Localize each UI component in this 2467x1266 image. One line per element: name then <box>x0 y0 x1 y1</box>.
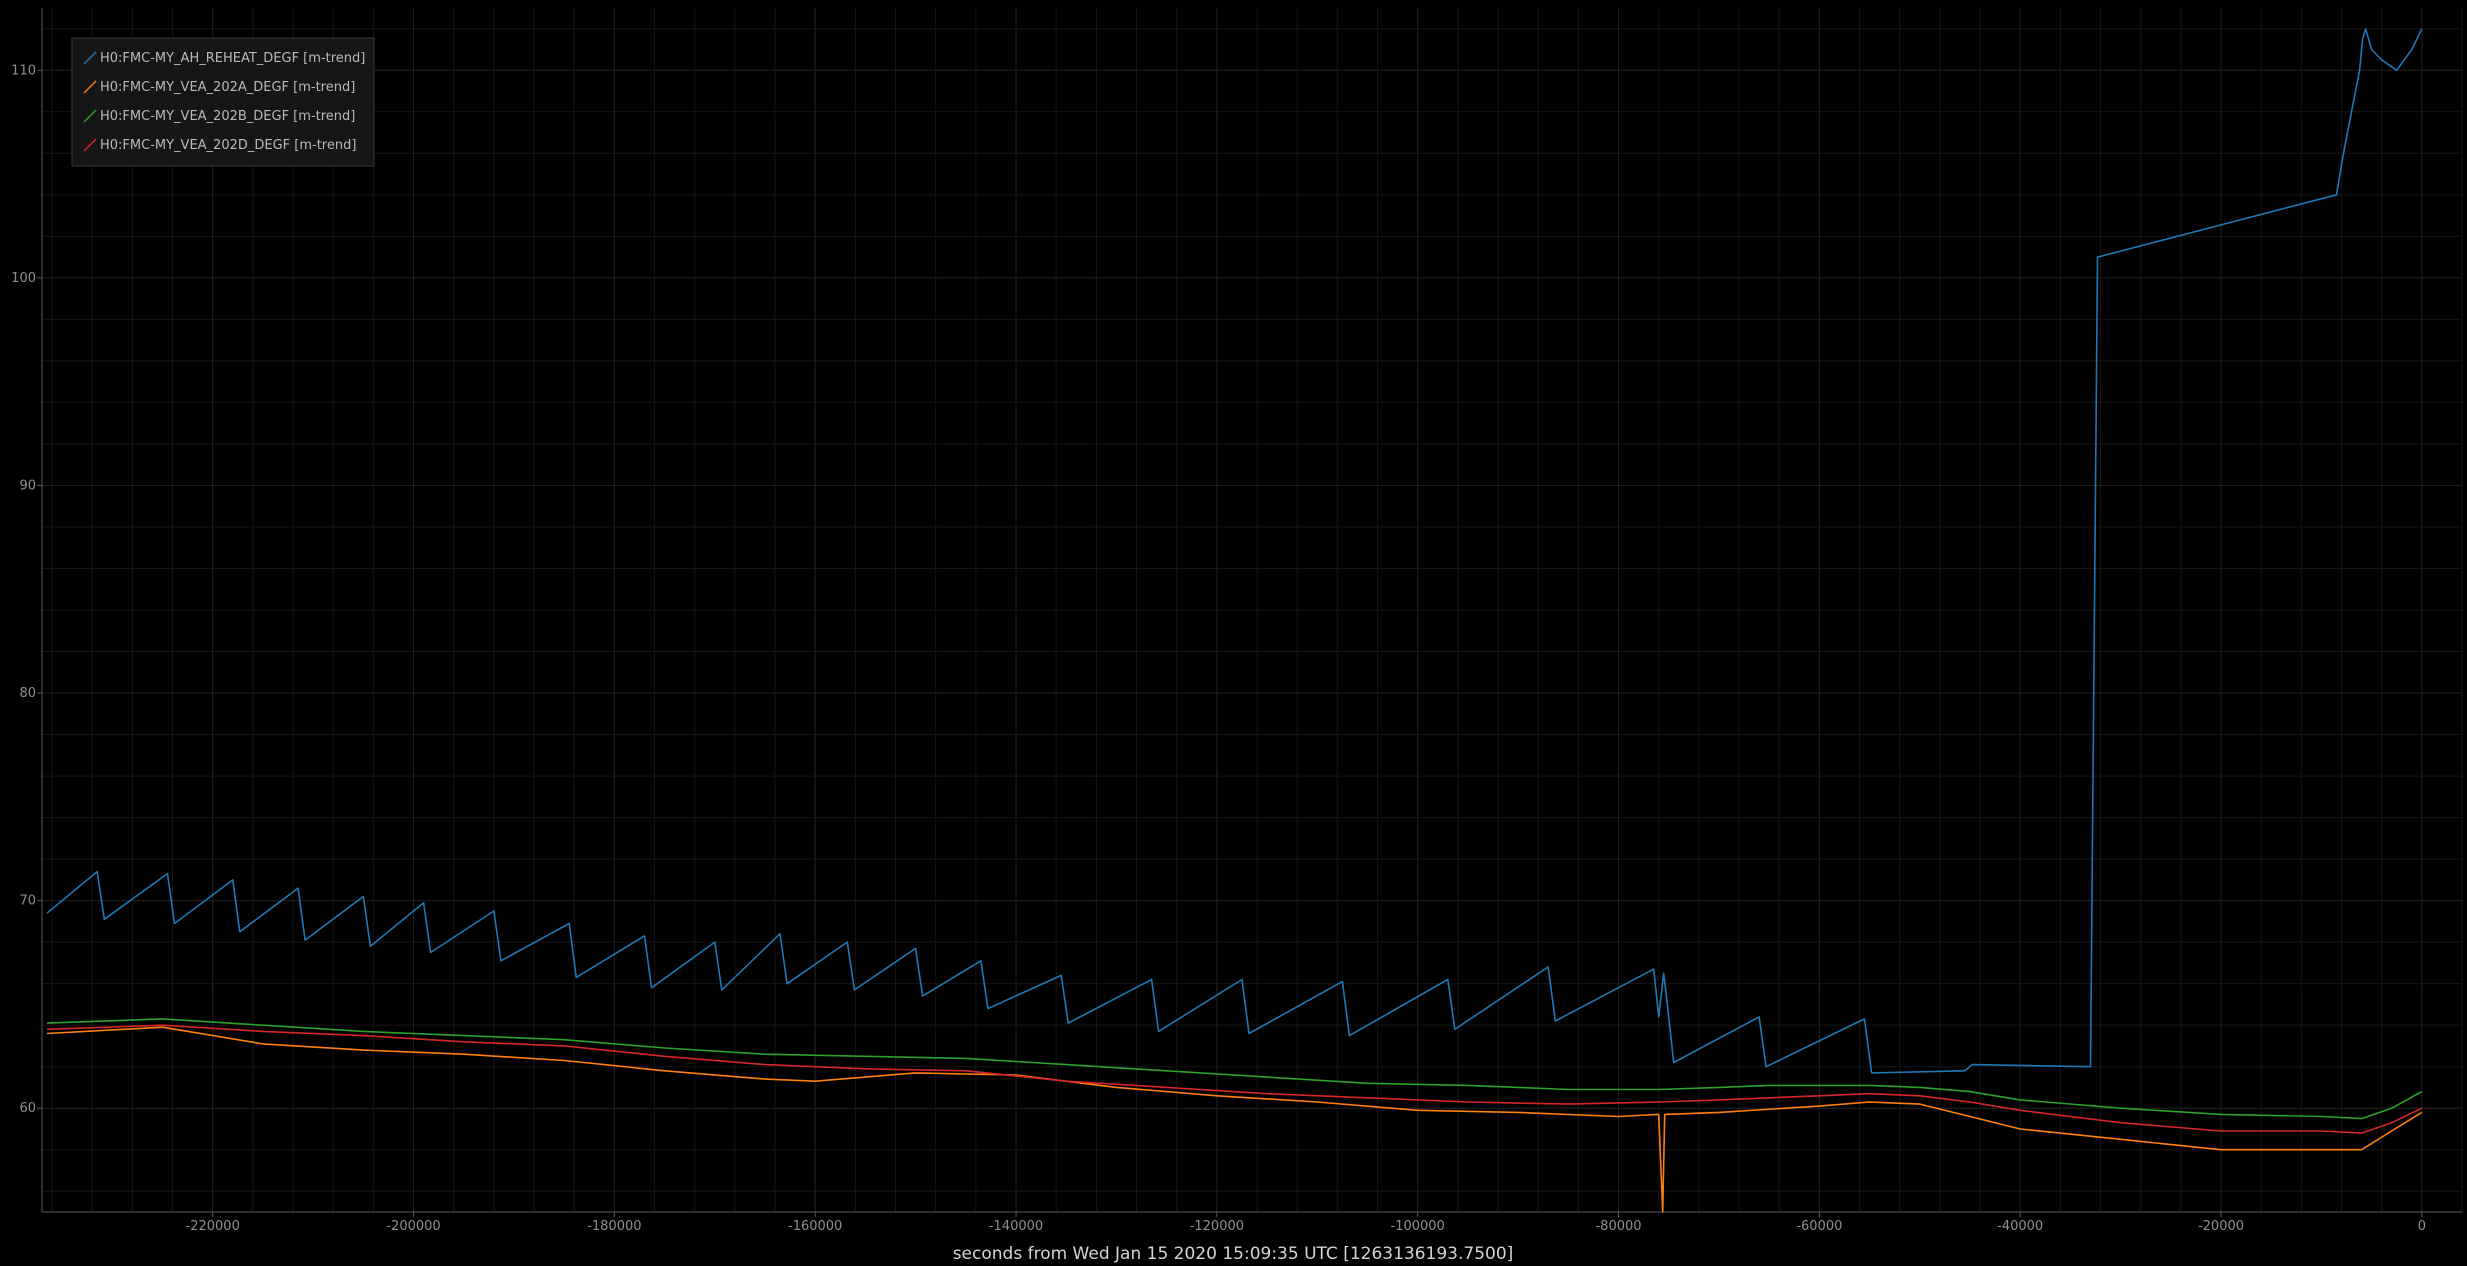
x-tick-label: -40000 <box>1997 1219 2043 1234</box>
x-tick-label: -200000 <box>386 1219 440 1234</box>
x-tick-label: -120000 <box>1190 1219 1244 1234</box>
legend-label: H0:FMC-MY_VEA_202B_DEGF [m-trend] <box>100 109 355 124</box>
x-tick-label: -100000 <box>1391 1219 1445 1234</box>
x-tick-label: -160000 <box>788 1219 842 1234</box>
chart-area: -220000 -200000 -180000 -160000 -140000 -1200… <box>11 8 2463 1264</box>
legend-label: H0:FMC-MY_AH_REHEAT_DEGF [m-trend] <box>100 51 365 66</box>
legend: H0:FMC-MY_AH_REHEAT_DEGF [m-trend] H0:FMC… <box>71 37 375 167</box>
y-tick-label: 110 <box>11 63 36 78</box>
x-tick-label: -220000 <box>186 1219 240 1234</box>
x-tick-label: -180000 <box>587 1219 641 1234</box>
x-axis-label: seconds from Wed Jan 15 2020 15:09:35 UT… <box>953 1244 1514 1264</box>
y-tick-label: 70 <box>19 894 36 909</box>
x-tick-label: -140000 <box>989 1219 1043 1234</box>
x-tick-label: -60000 <box>1796 1219 1842 1234</box>
x-tick-label: 0 <box>2418 1219 2426 1234</box>
legend-label: H0:FMC-MY_VEA_202D_DEGF [m-trend] <box>100 138 356 153</box>
y-tick-labels: 60 70 80 90 100 110 <box>11 63 42 1116</box>
x-tick-labels: -220000 -200000 -180000 -160000 -140000 -1200… <box>186 1212 2426 1234</box>
y-tick-label: 90 <box>19 478 36 493</box>
y-tick-label: 100 <box>11 271 36 286</box>
x-tick-label: -20000 <box>2198 1219 2244 1234</box>
y-tick-label: 80 <box>19 686 36 701</box>
legend-label: H0:FMC-MY_VEA_202A_DEGF [m-trend] <box>100 80 355 95</box>
y-tick-label: 60 <box>19 1101 36 1116</box>
x-tick-label: -80000 <box>1595 1219 1641 1234</box>
